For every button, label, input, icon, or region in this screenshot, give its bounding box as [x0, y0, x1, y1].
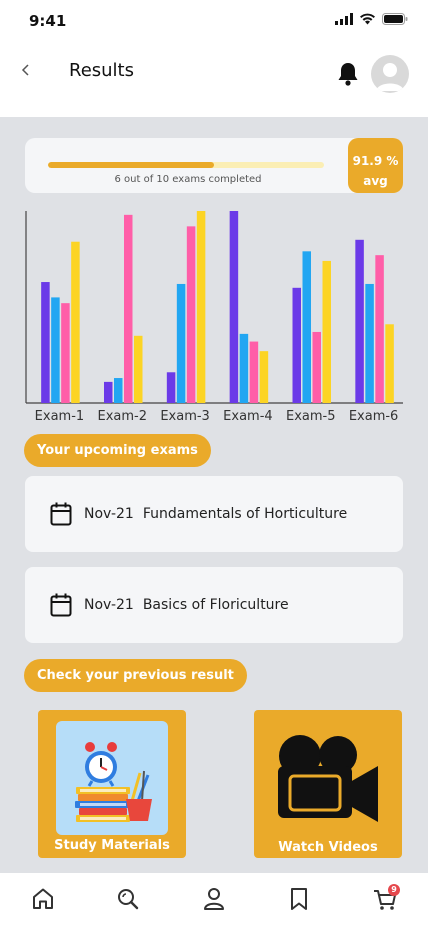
exam-date: Nov-21 — [84, 597, 134, 613]
chart-bar — [134, 335, 143, 403]
x-tick-label: Exam-1 — [35, 409, 85, 424]
x-tick-label: Exam-6 — [349, 409, 399, 424]
notifications-button[interactable] — [336, 60, 360, 88]
average-value: 91.9 % — [352, 154, 399, 168]
back-button[interactable] — [14, 58, 38, 82]
chart-bar — [229, 211, 239, 403]
exam-card[interactable]: Nov-21 Basics of Floriculture — [25, 567, 403, 643]
average-badge: 91.9 % avg — [348, 138, 403, 193]
exam-date: Nov-21 — [84, 506, 134, 522]
x-tick-label: Exam-4 — [223, 409, 273, 424]
chart-bar — [196, 211, 206, 403]
chart-bar — [176, 283, 186, 403]
bottom-nav — [0, 873, 428, 926]
exam-name: Basics of Floriculture — [142, 597, 289, 613]
progress-card: 6 out of 10 exams completed 91.9 % avg — [25, 138, 403, 193]
avatar[interactable] — [371, 55, 409, 93]
chart-bar — [41, 282, 50, 403]
chart-bar — [166, 372, 176, 403]
previous-result-button[interactable]: Check your previous result — [24, 659, 247, 692]
search-icon — [118, 889, 139, 910]
chart-bar — [124, 214, 133, 403]
exam-name: Fundamentals of Horticulture — [142, 506, 348, 522]
status-icons — [335, 13, 408, 25]
chart-bar — [312, 331, 321, 403]
nav-bookmark[interactable] — [285, 885, 313, 913]
chart-bar — [259, 351, 269, 403]
user-avatar-icon — [376, 63, 404, 91]
top-bar: 9:41 Results — [0, 0, 428, 117]
average-label: avg — [363, 174, 388, 188]
chart-bar — [104, 381, 113, 403]
chart-bar — [71, 241, 80, 403]
chart-bar — [186, 226, 196, 403]
chart-bar — [239, 333, 249, 403]
battery-icon — [382, 13, 408, 25]
video-camera-icon — [278, 735, 378, 822]
chart-bar — [51, 297, 60, 403]
chart-bar — [292, 287, 301, 403]
chart-bar — [365, 283, 374, 403]
progress-text: 6 out of 10 exams completed — [114, 174, 262, 185]
calendar-icon — [50, 502, 72, 526]
chart-bar — [302, 251, 311, 403]
progress-fill — [48, 162, 214, 168]
x-tick-label: Exam-2 — [98, 409, 148, 424]
books-clock-icon — [75, 742, 152, 822]
wifi-icon — [360, 13, 375, 25]
calendar-icon — [50, 593, 72, 617]
chevron-left-icon — [21, 64, 29, 76]
cart-count-badge: 9 — [388, 884, 400, 896]
nav-home[interactable] — [29, 885, 57, 913]
chart-bar — [322, 260, 331, 403]
chart-bar — [375, 255, 384, 403]
nav-profile[interactable] — [200, 885, 228, 913]
home-icon — [33, 888, 53, 909]
study-materials-image — [56, 721, 168, 835]
x-tick-label: Exam-5 — [286, 409, 336, 424]
study-materials-label: Study Materials — [54, 838, 170, 853]
watch-videos-tile[interactable]: Watch Videos — [254, 710, 402, 858]
signal-icon — [335, 13, 353, 25]
watch-videos-label: Watch Videos — [278, 840, 378, 855]
page-title: Results — [69, 60, 134, 81]
chart-bar — [385, 324, 394, 403]
nav-search[interactable] — [114, 885, 142, 913]
study-materials-tile[interactable]: Study Materials — [38, 710, 186, 858]
profile-icon — [204, 888, 224, 910]
x-tick-label: Exam-3 — [160, 409, 210, 424]
chart-bar — [61, 303, 70, 403]
chart-bar — [114, 378, 123, 403]
chart-bar — [355, 239, 364, 403]
chart-bar — [249, 341, 259, 403]
upcoming-exams-label: Your upcoming exams — [24, 434, 211, 467]
exam-results-chart: Exam-1 Exam-2 Exam-3 Exam-4 Exam-5 Exam-6 — [25, 211, 403, 424]
status-time: 9:41 — [29, 12, 67, 30]
progress-bar — [48, 162, 324, 168]
bookmark-icon — [291, 888, 307, 910]
bell-icon — [338, 63, 358, 86]
exam-card[interactable]: Nov-21 Fundamentals of Horticulture — [25, 476, 403, 552]
